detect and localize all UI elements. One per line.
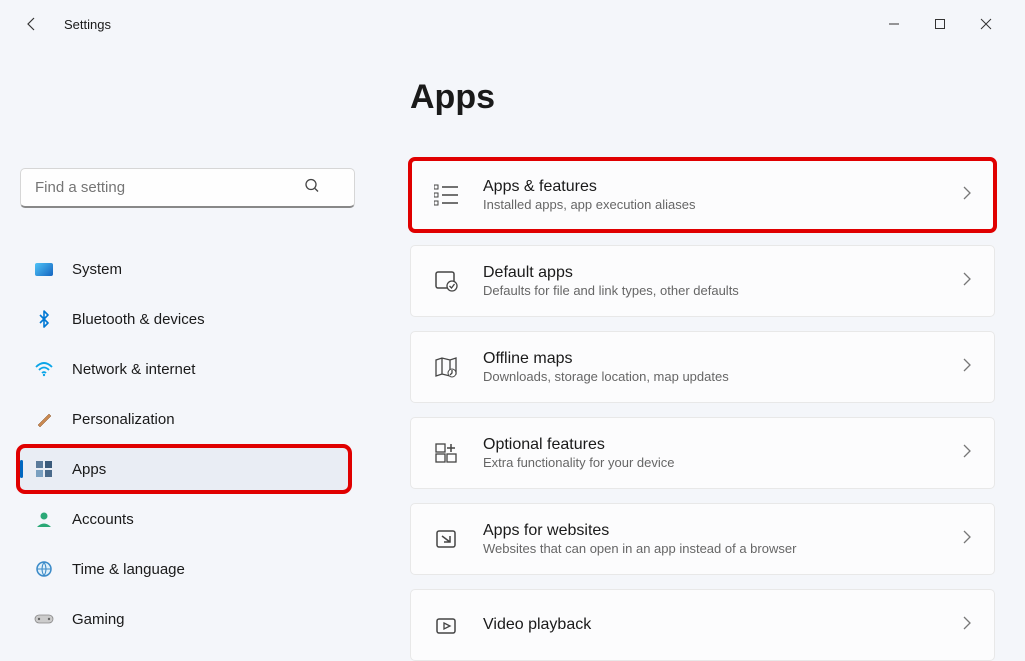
person-icon bbox=[34, 509, 54, 529]
maximize-button[interactable] bbox=[917, 8, 963, 40]
back-button[interactable] bbox=[16, 8, 48, 40]
sidebar-item-label: Personalization bbox=[72, 411, 175, 428]
sidebar-item-accounts[interactable]: Accounts bbox=[20, 498, 348, 540]
search-icon bbox=[304, 178, 320, 199]
card-optional-features[interactable]: Optional features Extra functionality fo… bbox=[410, 417, 995, 489]
card-title: Optional features bbox=[483, 436, 962, 454]
card-subtitle: Defaults for file and link types, other … bbox=[483, 283, 962, 298]
video-icon bbox=[433, 612, 459, 638]
card-default-apps[interactable]: Default apps Defaults for file and link … bbox=[410, 245, 995, 317]
sidebar-item-system[interactable]: System bbox=[20, 248, 348, 290]
gamepad-icon bbox=[34, 609, 54, 629]
wifi-icon bbox=[34, 359, 54, 379]
card-title: Video playback bbox=[483, 616, 962, 634]
chevron-right-icon bbox=[962, 272, 972, 291]
website-app-icon bbox=[433, 526, 459, 552]
map-icon bbox=[433, 354, 459, 380]
chevron-right-icon bbox=[962, 530, 972, 549]
page-title: Apps bbox=[410, 78, 995, 117]
card-subtitle: Websites that can open in an app instead… bbox=[483, 541, 962, 556]
minimize-button[interactable] bbox=[871, 8, 917, 40]
list-icon bbox=[433, 182, 459, 208]
card-apps-websites[interactable]: Apps for websites Websites that can open… bbox=[410, 503, 995, 575]
sidebar-item-bluetooth[interactable]: Bluetooth & devices bbox=[20, 298, 348, 340]
card-title: Apps for websites bbox=[483, 522, 962, 540]
chevron-right-icon bbox=[962, 358, 972, 377]
sidebar-item-label: Gaming bbox=[72, 611, 125, 628]
card-subtitle: Downloads, storage location, map updates bbox=[483, 369, 962, 384]
search-container bbox=[20, 168, 348, 208]
chevron-right-icon bbox=[962, 186, 972, 205]
sidebar-item-personalization[interactable]: Personalization bbox=[20, 398, 348, 440]
sidebar: System Bluetooth & devices Network & int… bbox=[0, 48, 360, 644]
bluetooth-icon bbox=[34, 309, 54, 329]
sidebar-item-label: Apps bbox=[72, 461, 106, 478]
sidebar-item-label: System bbox=[72, 261, 122, 278]
close-button[interactable] bbox=[963, 8, 1009, 40]
globe-clock-icon bbox=[34, 559, 54, 579]
card-title: Offline maps bbox=[483, 350, 962, 368]
default-app-icon bbox=[433, 268, 459, 294]
titlebar: Settings bbox=[0, 0, 1025, 48]
card-title: Default apps bbox=[483, 264, 962, 282]
sidebar-item-network[interactable]: Network & internet bbox=[20, 348, 348, 390]
card-video-playback[interactable]: Video playback bbox=[410, 589, 995, 661]
display-icon bbox=[34, 259, 54, 279]
sidebar-item-label: Time & language bbox=[72, 561, 185, 578]
window-title: Settings bbox=[64, 17, 111, 32]
sidebar-item-gaming[interactable]: Gaming bbox=[20, 598, 348, 640]
card-subtitle: Installed apps, app execution aliases bbox=[483, 197, 962, 212]
sidebar-item-label: Network & internet bbox=[72, 361, 195, 378]
chevron-right-icon bbox=[962, 616, 972, 635]
add-feature-icon bbox=[433, 440, 459, 466]
sidebar-item-label: Bluetooth & devices bbox=[72, 311, 205, 328]
card-title: Apps & features bbox=[483, 178, 962, 196]
apps-icon bbox=[34, 459, 54, 479]
main-panel: Apps Apps & features Installed apps, app… bbox=[360, 48, 1025, 644]
sidebar-item-apps[interactable]: Apps bbox=[20, 448, 348, 490]
card-subtitle: Extra functionality for your device bbox=[483, 455, 962, 470]
nav-list: System Bluetooth & devices Network & int… bbox=[20, 248, 348, 640]
sidebar-item-label: Accounts bbox=[72, 511, 134, 528]
card-offline-maps[interactable]: Offline maps Downloads, storage location… bbox=[410, 331, 995, 403]
card-apps-features[interactable]: Apps & features Installed apps, app exec… bbox=[410, 159, 995, 231]
sidebar-item-time-language[interactable]: Time & language bbox=[20, 548, 348, 590]
brush-icon bbox=[34, 409, 54, 429]
chevron-right-icon bbox=[962, 444, 972, 463]
